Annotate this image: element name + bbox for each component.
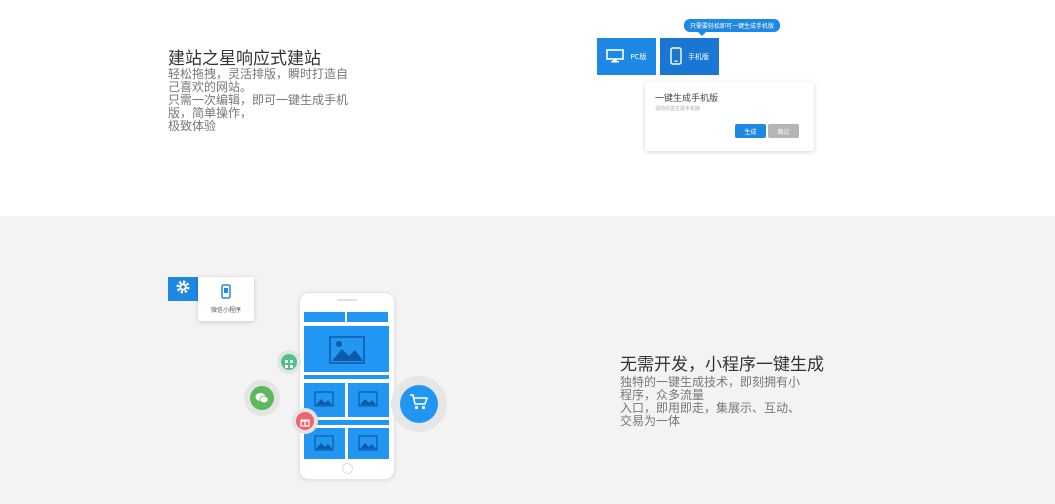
pc-mode-button[interactable]: PC版 [597,38,656,75]
monitor-icon [606,48,625,65]
grid-icon [285,353,293,372]
miniprogram-icon [219,284,233,304]
image-icon [314,391,334,411]
miniprogram-label: 微信小程序 [210,307,241,314]
desc-line: 极致体验 [168,119,217,133]
gear-icon [175,279,191,299]
screen-banner [304,326,389,372]
cart-badge [391,376,447,432]
screen-tile [348,383,389,417]
section-description: 独特的一键生成技术，即刻拥有小 程序，众多流量 入口，即用即走，集展示、互动、 … [620,376,810,428]
grid-badge [277,350,301,374]
pc-mode-label: PC版 [630,52,647,61]
hint-tooltip: 只需要轻松即可一键生成手机版 [684,19,781,36]
phone-mockup [299,292,395,480]
image-icon [358,391,378,411]
image-icon [314,435,334,455]
settings-button[interactable] [168,277,198,301]
phone-speaker [337,299,357,301]
screen-tile [348,428,389,459]
image-icon [329,336,365,368]
gift-icon [300,412,310,431]
cart-icon [409,393,429,415]
responsive-section: 建站之星响应式建站 轻松拖拽，灵活排版，瞬时打造自 己喜欢的网站。 只需一次编辑… [0,0,1055,216]
section-title: 无需开发，小程序一键生成 [620,355,824,375]
skip-button[interactable]: 跳过 [768,124,799,138]
gift-badge [292,408,318,434]
wechat-badge [244,380,280,416]
card-subtitle: 请前完善生成手机版 [655,106,701,112]
image-icon [358,435,378,455]
screen-divider [304,375,389,379]
mobile-mode-button[interactable]: 手机版 [660,38,719,75]
mobile-icon [670,46,682,67]
mobile-mode-label: 手机版 [688,52,709,61]
screen-header-block [347,312,388,322]
section-description: 轻松拖拽，灵活排版，瞬时打造自 己喜欢的网站。 只需一次编辑，即可一键生成手机 … [168,68,358,133]
desc-line: 交易为一体 [620,414,681,428]
generate-button[interactable]: 生成 [735,124,766,138]
section-title: 建站之星响应式建站 [168,49,321,69]
miniprogram-section: 微信小程序 无需开发，小程序一键生成 独特的一键生成技术，即刻拥有小 程序，众多… [0,216,1055,504]
home-button [342,463,353,474]
generate-mobile-card: 一键生成手机版 请前完善生成手机版 生成 跳过 [645,82,814,151]
miniprogram-card[interactable]: 微信小程序 [198,277,254,321]
screen-header-block [304,312,345,322]
card-title: 一键生成手机版 [655,94,719,104]
wechat-icon [255,389,269,408]
